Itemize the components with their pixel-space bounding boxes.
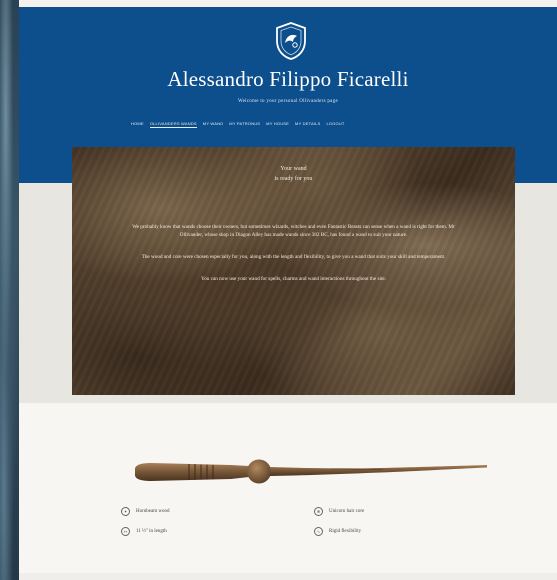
flexibility-icon: ∿ xyxy=(314,527,323,536)
nav-item-home[interactable]: Home xyxy=(131,121,144,128)
hero-paragraph: The wood and core were chosen especially… xyxy=(141,253,446,260)
wand-feature-core: ✻ Unicorn hair core xyxy=(314,507,364,516)
side-background xyxy=(0,0,19,580)
wand-feature-flexibility: ∿ Rigid flexibility xyxy=(314,527,361,536)
nav-item-ollivanders-wands[interactable]: Ollivanders Wands xyxy=(149,121,197,128)
main-nav: Home Ollivanders Wands My Wand My Patron… xyxy=(131,121,471,128)
hero-paragraph: You can now use your wand for spells, ch… xyxy=(200,275,387,282)
nav-item-my-house[interactable]: My House xyxy=(266,121,289,128)
nav-item-logout[interactable]: Logout xyxy=(326,121,344,128)
wand-feature-label: Rigid flexibility xyxy=(329,529,362,534)
core-icon: ✻ xyxy=(314,507,323,516)
hero-subheading: is ready for you xyxy=(274,176,313,183)
wand-feature-length: ↔ 11 ½" in length xyxy=(121,527,167,536)
shield-crest-icon[interactable] xyxy=(274,21,308,61)
hero-paragraph: We probably know that wands choose their… xyxy=(132,223,455,238)
wood-icon: ✦ xyxy=(121,507,130,516)
wand-feature-label: 11 ½" in length xyxy=(136,529,167,534)
wand-feature-label: Unicorn hair core xyxy=(329,509,365,514)
wand-feature-label: Hornbeam wood xyxy=(136,509,170,514)
hero-heading: Your wand xyxy=(280,166,307,172)
page: Alessandro Filippo Ficarelli Welcome to … xyxy=(0,0,557,580)
hero-banner: Your wand is ready for you We probably k… xyxy=(72,147,515,395)
length-icon: ↔ xyxy=(121,527,130,536)
main-content: Alessandro Filippo Ficarelli Welcome to … xyxy=(19,7,557,580)
hero-text: Your wand is ready for you We probably k… xyxy=(132,159,455,297)
nav-item-my-details[interactable]: My Details xyxy=(295,121,320,128)
nav-item-my-wand[interactable]: My Wand xyxy=(203,121,224,128)
site-tagline: Welcome to your personal Ollivanders pag… xyxy=(237,99,339,104)
wand-image xyxy=(135,459,487,484)
nav-item-my-patronus[interactable]: My Patronus xyxy=(229,121,260,128)
site-title: Alessandro Filippo Ficarelli xyxy=(167,67,409,91)
wand-feature-wood: ✦ Hornbeam wood xyxy=(121,507,169,516)
footer-strip xyxy=(19,573,557,580)
